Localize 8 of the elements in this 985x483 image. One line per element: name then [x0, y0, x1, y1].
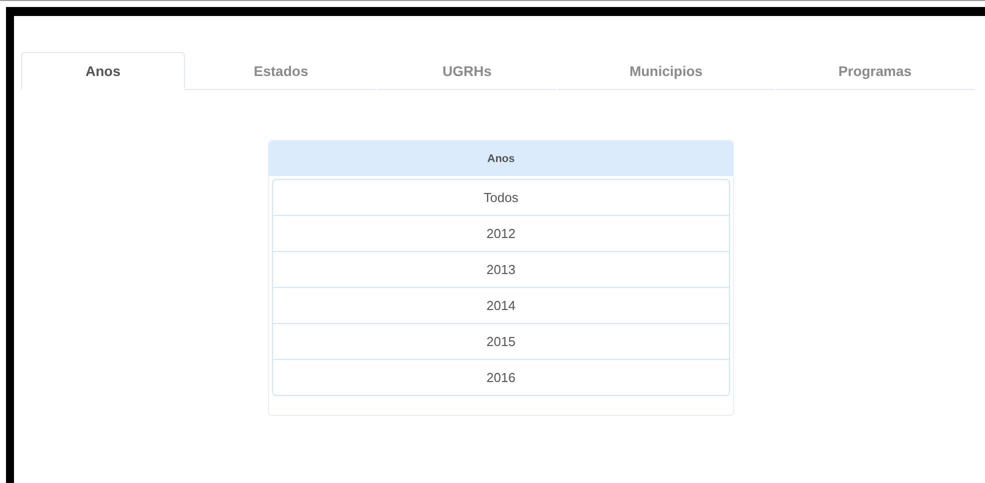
list-item[interactable]: 2016 [273, 359, 729, 395]
tab[interactable]: Anos [21, 52, 185, 90]
list-item[interactable]: Todos [273, 180, 729, 215]
list-item[interactable]: 2012 [273, 215, 729, 251]
list-item[interactable]: 2014 [273, 287, 729, 323]
list-item[interactable]: 2013 [273, 251, 729, 287]
panel-header: Anos [269, 141, 733, 176]
list-item[interactable]: 2015 [273, 323, 729, 359]
